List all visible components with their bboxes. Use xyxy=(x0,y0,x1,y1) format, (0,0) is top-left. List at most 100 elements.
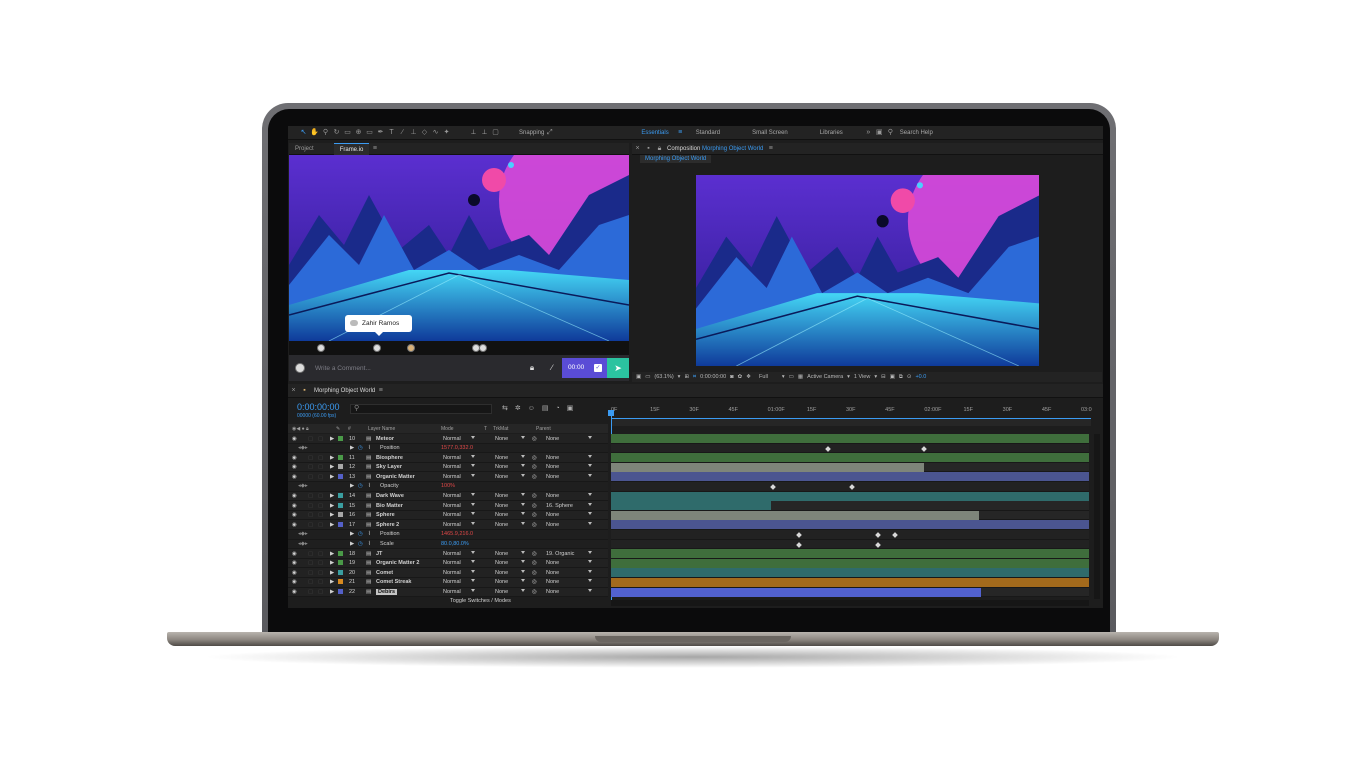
close-icon[interactable]: × xyxy=(288,386,299,396)
eye-icon[interactable]: ◉ xyxy=(292,474,297,480)
keyframe-nav-icon[interactable]: ◂◆▸ xyxy=(298,445,308,451)
label-swatch[interactable] xyxy=(338,589,343,594)
pickwhip-icon[interactable]: ◎ xyxy=(532,551,537,557)
lock-checkbox[interactable]: ▢ xyxy=(318,464,323,470)
timeline-comp-name[interactable]: Morphing Object World xyxy=(314,388,375,394)
layer-row[interactable]: ◉ ▢ ▢ ▶ 10 ▤ Meteor Normal None ◎ None xyxy=(288,434,608,444)
lock-checkbox[interactable]: ▢ xyxy=(318,560,323,566)
layer-row[interactable]: ◉ ▢ ▢ ▶ 13 ▤ Organic Matter Normal None ◎ None xyxy=(288,472,608,482)
snapping-label[interactable]: Snapping xyxy=(519,130,544,136)
track-row[interactable] xyxy=(611,529,1089,540)
time-ruler[interactable]: 0F 15F 30F 45F 01:00F 15F 30F 45F 02:00F 15F 30F 45… xyxy=(611,404,1093,428)
chevron-down-icon[interactable] xyxy=(521,589,525,592)
chevron-down-icon[interactable] xyxy=(521,493,525,497)
trkmat-dropdown[interactable]: None xyxy=(495,551,508,557)
rotate-tool-icon[interactable]: ↻ xyxy=(331,128,342,138)
pickwhip-icon[interactable]: ◎ xyxy=(532,570,537,576)
layer-duration-bar[interactable] xyxy=(611,510,980,520)
mode-dropdown[interactable]: Normal xyxy=(443,503,461,509)
pickwhip-icon[interactable]: ◎ xyxy=(532,503,537,509)
chevron-down-icon[interactable]: ▾ xyxy=(782,374,785,380)
layer-duration-bar[interactable] xyxy=(611,520,1089,530)
expand-icon[interactable]: ▶ xyxy=(330,512,334,518)
eye-icon[interactable]: ◉ xyxy=(292,570,297,576)
graph-icon[interactable]: ⌇ xyxy=(368,531,371,537)
stopwatch-icon[interactable]: ◷ xyxy=(358,541,363,547)
toggle-switches-modes[interactable]: Toggle Switches / Modes xyxy=(450,598,511,604)
mode-dropdown[interactable]: Normal xyxy=(443,455,461,461)
search-icon[interactable]: ⚲ xyxy=(885,128,896,138)
parent-dropdown[interactable]: None xyxy=(546,493,559,499)
pickwhip-icon[interactable]: ◎ xyxy=(532,493,537,499)
rectangle-tool-icon[interactable]: ▭ xyxy=(364,128,375,138)
chevron-down-icon[interactable] xyxy=(471,464,475,468)
chevron-down-icon[interactable] xyxy=(588,560,592,564)
chevron-down-icon[interactable] xyxy=(471,502,475,506)
lock-checkbox[interactable]: ▢ xyxy=(318,436,323,442)
horizontal-scrollbar[interactable] xyxy=(611,600,1089,606)
track-row[interactable] xyxy=(611,510,1089,521)
mode-dropdown[interactable]: Normal xyxy=(443,464,461,470)
lock-checkbox[interactable]: ▢ xyxy=(318,503,323,509)
track-row[interactable] xyxy=(611,539,1089,550)
resolution-dropdown[interactable]: Full xyxy=(759,374,768,380)
chevron-down-icon[interactable] xyxy=(588,589,592,592)
lock-checkbox[interactable]: ▢ xyxy=(318,551,323,557)
trkmat-dropdown[interactable]: None xyxy=(495,512,508,518)
keyframe-nav-icon[interactable]: ◂◆▸ xyxy=(298,531,308,537)
trkmat-dropdown[interactable]: None xyxy=(495,493,508,499)
chevron-down-icon[interactable] xyxy=(471,569,475,573)
trkmat-dropdown[interactable]: None xyxy=(495,503,508,509)
parent-dropdown[interactable]: None xyxy=(546,455,559,461)
layer-name[interactable]: Organic Matter 2 xyxy=(376,560,419,566)
lock-icon[interactable]: 🔒︎ xyxy=(654,144,665,154)
track-row[interactable] xyxy=(611,577,1089,588)
panel-menu-icon[interactable]: ≡ xyxy=(375,386,386,396)
zoom-tool-icon[interactable]: ⚲ xyxy=(320,128,331,138)
solo-checkbox[interactable]: ▢ xyxy=(308,579,313,585)
expand-icon[interactable]: ▶ xyxy=(330,589,334,595)
stopwatch-icon[interactable]: ◷ xyxy=(358,483,363,489)
solo-checkbox[interactable]: ▢ xyxy=(308,551,313,557)
close-icon[interactable]: × xyxy=(632,144,643,154)
chevron-down-icon[interactable] xyxy=(521,464,525,468)
chevron-down-icon[interactable]: ▾ xyxy=(874,374,877,380)
pickwhip-icon[interactable]: ◎ xyxy=(532,589,537,595)
track-row[interactable] xyxy=(611,472,1089,482)
layer-name[interactable]: Sphere 2 xyxy=(376,522,399,528)
label-swatch[interactable] xyxy=(338,493,343,499)
clone-stamp-tool-icon[interactable]: ⊥ xyxy=(408,128,419,138)
flowchart-icon[interactable]: ⧉ xyxy=(899,374,903,381)
mode-dropdown[interactable]: Normal xyxy=(443,493,461,499)
expand-icon[interactable]: ▶ xyxy=(330,436,334,442)
reset-exposure-icon[interactable]: ⊙ xyxy=(907,374,912,380)
property-row[interactable]: ◂◆▸ ▶ ◷ ⌇ Position 1577.0,332.0 xyxy=(288,443,608,454)
zoom-dropdown[interactable]: (63.1%) xyxy=(654,374,673,380)
trkmat-dropdown[interactable]: None xyxy=(495,455,508,461)
layer-duration-bar[interactable] xyxy=(611,491,1089,501)
label-swatch[interactable] xyxy=(338,512,343,518)
chevron-down-icon[interactable] xyxy=(521,550,525,554)
layer-search-input[interactable]: ⚲ xyxy=(350,404,492,414)
tab-project[interactable]: Project xyxy=(289,143,320,155)
lock-checkbox[interactable]: ▢ xyxy=(318,589,323,595)
search-help-input[interactable]: Search Help xyxy=(900,130,933,136)
layer-row[interactable]: ◉ ▢ ▢ ▶ 11 ▤ Biosphere Normal None ◎ None xyxy=(288,453,608,463)
snapshot-icon[interactable]: ▣ xyxy=(636,374,641,380)
track-row[interactable] xyxy=(611,453,1089,463)
layer-duration-bar[interactable] xyxy=(611,587,982,597)
chevron-down-icon[interactable] xyxy=(588,521,592,525)
solo-checkbox[interactable]: ▢ xyxy=(308,560,313,566)
region-icon[interactable]: ⌗ xyxy=(693,374,696,381)
chevron-down-icon[interactable] xyxy=(471,473,475,477)
pickwhip-icon[interactable]: ◎ xyxy=(532,512,537,518)
layer-name[interactable]: Sky Layer xyxy=(376,464,402,470)
layer-row[interactable]: ◉ ▢ ▢ ▶ 15 ▤ Bio Matter Normal None ◎ 16. Sphere xyxy=(288,501,608,511)
trkmat-dropdown[interactable]: None xyxy=(495,589,508,595)
label-swatch[interactable] xyxy=(338,521,343,527)
keyframe-nav-icon[interactable]: ◂◆▸ xyxy=(298,483,308,489)
label-swatch[interactable] xyxy=(338,454,343,460)
label-swatch[interactable] xyxy=(338,579,343,585)
track-row[interactable] xyxy=(611,501,1089,511)
eye-icon[interactable]: ◉ xyxy=(292,522,297,528)
